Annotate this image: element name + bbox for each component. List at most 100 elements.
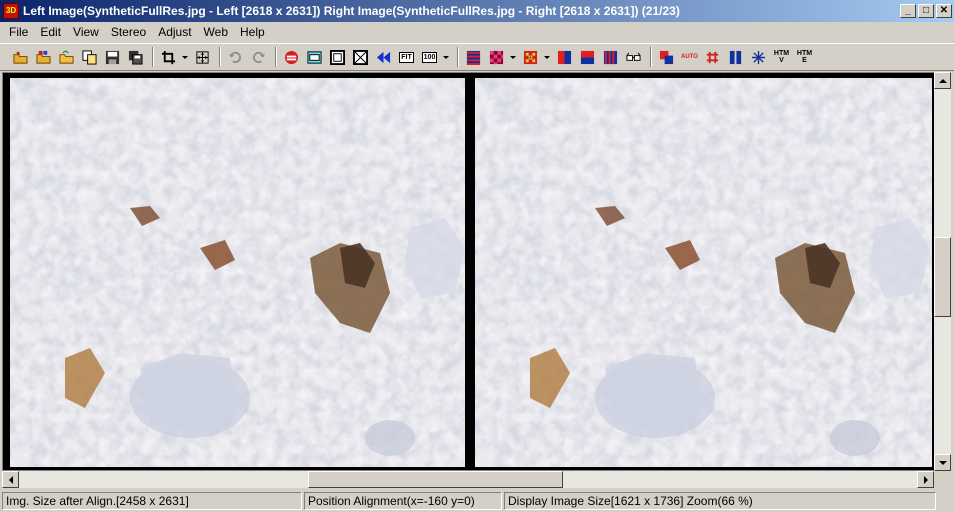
save-button[interactable] xyxy=(102,47,123,68)
glasses-button[interactable] xyxy=(623,47,644,68)
toolbar-separator xyxy=(152,47,154,67)
zoom-dropdown-button[interactable] xyxy=(442,47,450,68)
above-below-button[interactable] xyxy=(577,47,598,68)
toolbar: FIT 100 AUTO HTM V HTM E xyxy=(0,43,954,71)
vertical-scroll-thumb[interactable] xyxy=(934,237,951,318)
redo-button[interactable] xyxy=(248,47,269,68)
maximize-button[interactable]: □ xyxy=(918,4,934,18)
swap-left-right-button[interactable] xyxy=(281,47,302,68)
undo-button[interactable] xyxy=(225,47,246,68)
auto-align-button[interactable]: AUTO xyxy=(679,47,700,68)
floppy-pair-icon xyxy=(128,50,143,65)
full-window-button[interactable] xyxy=(327,47,348,68)
side-by-side-button[interactable] xyxy=(554,47,575,68)
arrow-left-icon xyxy=(8,475,13,484)
close-button[interactable]: ✕ xyxy=(936,4,952,18)
save-stereo-button[interactable] xyxy=(125,47,146,68)
image-viewport[interactable] xyxy=(2,72,935,471)
left-image-pane[interactable] xyxy=(10,78,465,467)
open-left-right-button[interactable] xyxy=(33,47,54,68)
pattern-dropdown-button[interactable] xyxy=(509,47,517,68)
arrow-down-icon xyxy=(938,460,947,465)
toolbar-separator xyxy=(650,47,652,67)
swap-icon xyxy=(284,50,299,64)
html-e-button[interactable]: HTM E xyxy=(794,47,815,68)
zoom-100-label: 100 xyxy=(421,51,438,63)
status-bar: Img. Size after Align.[2458 x 2631] Posi… xyxy=(0,489,954,512)
glasses-icon xyxy=(626,52,641,61)
open-pair-icon xyxy=(36,50,51,64)
color-adjust-button[interactable] xyxy=(656,47,677,68)
window-cyan-icon xyxy=(307,50,322,64)
move-button[interactable] xyxy=(192,47,213,68)
fit-button[interactable]: FIT xyxy=(396,47,417,68)
checkerboard-button[interactable] xyxy=(486,47,507,68)
copy-icon xyxy=(82,49,97,65)
anaglyph-dropdown-button[interactable] xyxy=(543,47,551,68)
split-blue-icon xyxy=(729,50,742,64)
scroll-down-button[interactable] xyxy=(934,454,951,471)
vertical-scrollbar[interactable] xyxy=(934,72,951,471)
sparkle-icon xyxy=(751,50,766,64)
fit-label: FIT xyxy=(399,51,414,63)
full-screen-button[interactable] xyxy=(350,47,371,68)
html-e-label: HTM E xyxy=(796,50,813,64)
move-arrows-icon xyxy=(196,50,209,64)
column-interleave-button[interactable] xyxy=(600,47,621,68)
grid-button[interactable] xyxy=(702,47,723,68)
menu-edit[interactable]: Edit xyxy=(34,23,67,41)
menu-adjust[interactable]: Adjust xyxy=(152,23,197,41)
columns-icon xyxy=(603,50,618,64)
anaglyph-button[interactable] xyxy=(520,47,541,68)
arrow-up-icon xyxy=(938,78,947,83)
menu-help[interactable]: Help xyxy=(234,23,271,41)
redo-icon xyxy=(252,51,266,63)
horizontal-scroll-thumb[interactable] xyxy=(308,471,564,488)
app-logo-icon[interactable]: 3D xyxy=(3,3,19,19)
grid-hash-icon xyxy=(706,51,719,63)
copy-button[interactable] xyxy=(79,47,100,68)
title-bar[interactable]: 3D Left Image(SyntheticFullRes.jpg - Lef… xyxy=(0,0,954,22)
status-image-size: Img. Size after Align.[2458 x 2631] xyxy=(2,491,302,510)
menu-stereo[interactable]: Stereo xyxy=(105,23,152,41)
menu-file[interactable]: File xyxy=(3,23,34,41)
minimize-button[interactable]: _ xyxy=(900,4,916,18)
scroll-right-button[interactable] xyxy=(917,471,934,488)
menu-web[interactable]: Web xyxy=(198,23,234,41)
open-stereo-button[interactable] xyxy=(10,47,31,68)
open-folder-icon xyxy=(13,51,28,64)
double-arrow-icon xyxy=(376,51,391,63)
stone-texture-right-image xyxy=(475,78,932,467)
anaglyph-dots-icon xyxy=(523,50,538,64)
crop-dropdown-button[interactable] xyxy=(181,47,189,68)
open-recent-button[interactable] xyxy=(56,47,77,68)
prev-next-button[interactable] xyxy=(373,47,394,68)
menu-bar: File Edit View Stereo Adjust Web Help xyxy=(0,22,954,42)
scroll-up-button[interactable] xyxy=(934,72,951,89)
split-view-button[interactable] xyxy=(725,47,746,68)
crop-icon xyxy=(161,50,176,64)
checker-icon xyxy=(489,50,504,64)
interlaced-stripes-icon xyxy=(466,50,481,65)
sparkle-button[interactable] xyxy=(748,47,769,68)
stone-texture-left-image xyxy=(10,78,465,467)
horizontal-scrollbar[interactable] xyxy=(2,471,934,488)
auto-label: AUTO xyxy=(681,53,698,60)
zoom-100-button[interactable]: 100 xyxy=(419,47,440,68)
color-squares-icon xyxy=(659,50,674,64)
scrollbar-corner xyxy=(934,471,951,488)
right-image-pane[interactable] xyxy=(475,78,932,467)
html-v-button[interactable]: HTM V xyxy=(771,47,792,68)
interlaced-button[interactable] xyxy=(463,47,484,68)
status-display-zoom: Display Image Size[1621 x 1736] Zoom(66 … xyxy=(504,491,936,510)
scroll-left-button[interactable] xyxy=(2,471,19,488)
toolbar-separator xyxy=(457,47,459,67)
floppy-icon xyxy=(105,50,120,64)
side-by-side-icon xyxy=(557,50,572,64)
crop-button[interactable] xyxy=(158,47,179,68)
cross-frame-icon xyxy=(353,49,368,65)
window-controls: _ □ ✕ xyxy=(898,4,952,18)
window-fit-button[interactable] xyxy=(304,47,325,68)
menu-view[interactable]: View xyxy=(67,23,105,41)
status-position-alignment: Position Alignment(x=-160 y=0) xyxy=(304,491,502,510)
